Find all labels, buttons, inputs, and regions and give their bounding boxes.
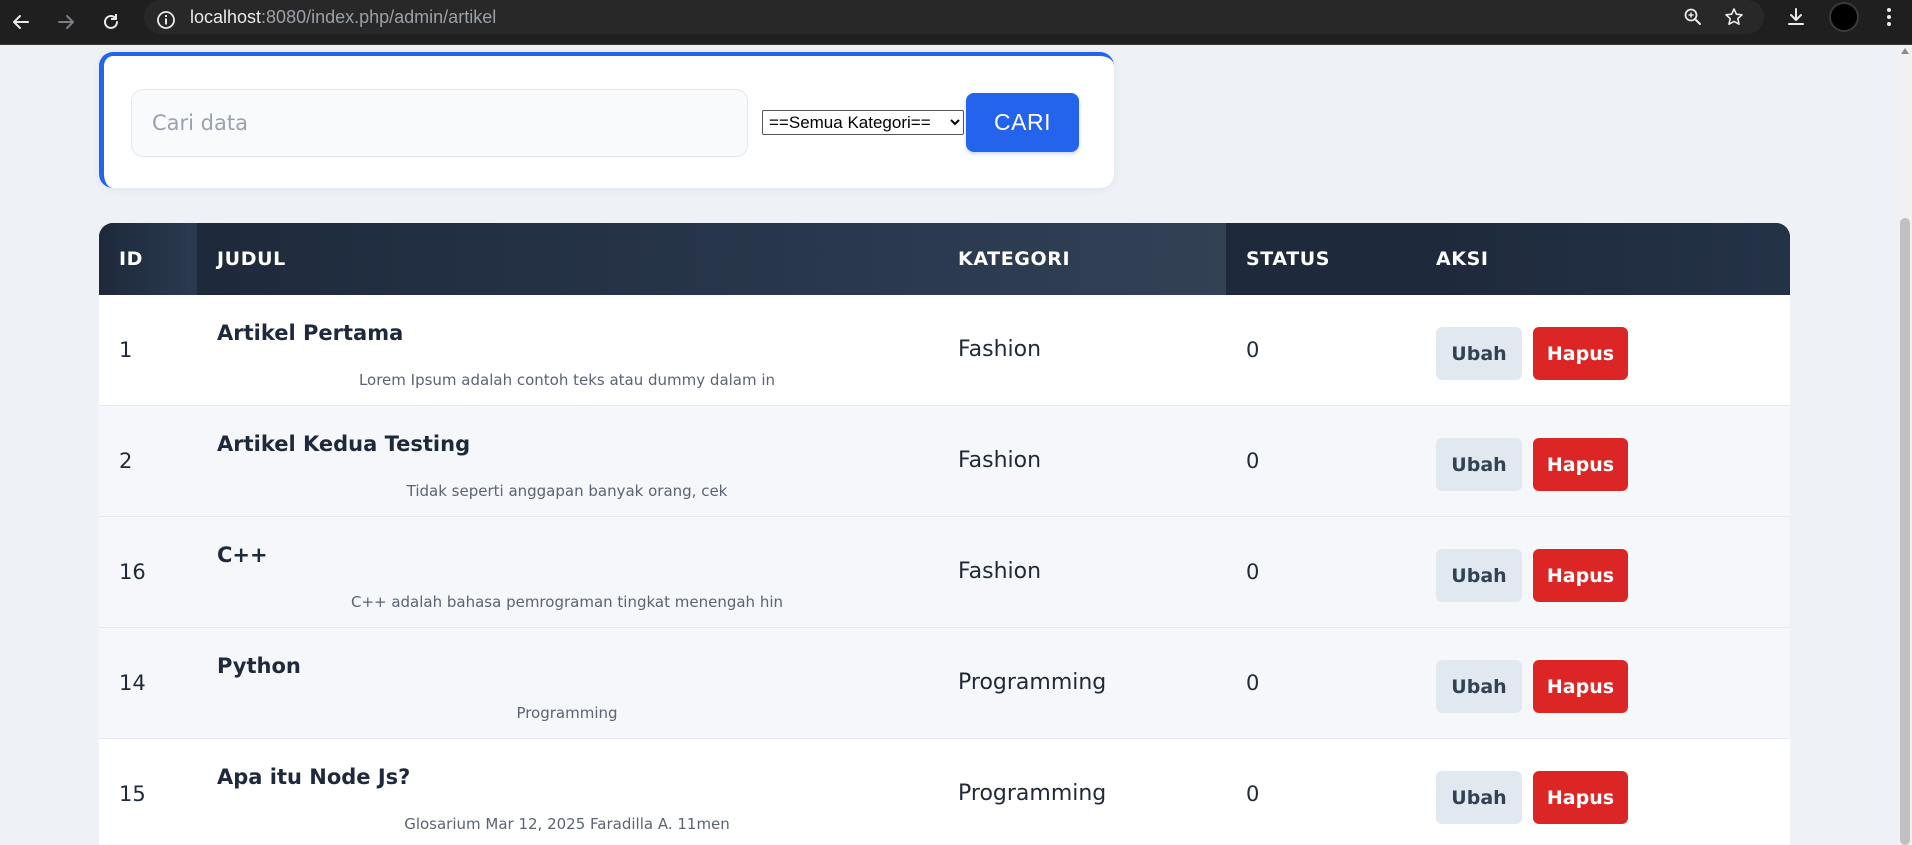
cell-status: 0: [1246, 449, 1260, 473]
edit-button[interactable]: Ubah: [1436, 327, 1522, 380]
category-select[interactable]: ==Semua Kategori==: [762, 110, 964, 135]
site-info-icon[interactable]: [152, 6, 180, 34]
scrollbar-thumb[interactable]: [1900, 218, 1910, 845]
cell-kategori: Fashion: [958, 448, 1042, 473]
back-arrow-icon[interactable]: [5, 6, 37, 38]
edit-button[interactable]: Ubah: [1436, 438, 1522, 491]
search-input[interactable]: [131, 89, 748, 157]
scroll-up-arrow-icon[interactable]: [1901, 48, 1909, 54]
cell-kategori: Fashion: [958, 337, 1042, 362]
article-title: Apa itu Node Js?: [217, 765, 411, 789]
column-header-judul: JUDUL: [197, 223, 938, 295]
edit-button[interactable]: Ubah: [1436, 771, 1522, 824]
cell-kategori: Fashion: [958, 559, 1042, 584]
url-path: :8080/index.php/admin/artikel: [261, 7, 497, 27]
article-excerpt: Programming: [516, 704, 618, 722]
article-excerpt: Lorem Ipsum adalah contoh teks atau dumm…: [358, 371, 776, 389]
delete-button[interactable]: Hapus: [1533, 771, 1628, 824]
column-header-status: STATUS: [1226, 223, 1416, 295]
zoom-icon[interactable]: [1678, 2, 1708, 32]
table-row: 16 C++ C++ adalah bahasa pemrograman tin…: [99, 517, 1790, 628]
article-title: Python: [217, 654, 301, 678]
article-title: C++: [217, 543, 268, 567]
kebab-menu-icon[interactable]: [1874, 2, 1904, 32]
cell-id: 15: [119, 782, 146, 806]
bookmark-star-icon[interactable]: [1719, 2, 1749, 32]
browser-toolbar: localhost:8080/index.php/admin/artikel: [0, 0, 1912, 45]
cell-id: 14: [119, 671, 146, 695]
article-excerpt: C++ adalah bahasa pemrograman tingkat me…: [350, 593, 784, 611]
reload-icon[interactable]: [95, 6, 127, 38]
cell-status: 0: [1246, 782, 1260, 806]
delete-button[interactable]: Hapus: [1533, 660, 1628, 713]
delete-button[interactable]: Hapus: [1533, 327, 1628, 380]
edit-button[interactable]: Ubah: [1436, 549, 1522, 602]
cell-status: 0: [1246, 338, 1260, 362]
url-host: localhost: [190, 7, 262, 27]
table-row: 14 Python Programming Programming 0 Ubah…: [99, 628, 1790, 739]
table-row: 2 Artikel Kedua Testing Tidak seperti an…: [99, 406, 1790, 517]
cell-id: 2: [119, 449, 133, 473]
table-row: 15 Apa itu Node Js? Glosarium Mar 12, 20…: [99, 739, 1790, 845]
url-text[interactable]: localhost:8080/index.php/admin/artikel: [190, 6, 496, 28]
column-header-aksi: AKSI: [1416, 223, 1790, 295]
article-title: Artikel Kedua Testing: [217, 432, 471, 456]
forward-arrow-icon[interactable]: [50, 6, 82, 38]
cell-kategori: Programming: [958, 670, 1107, 695]
cell-status: 0: [1246, 560, 1260, 584]
column-header-id: ID: [99, 223, 197, 295]
delete-button[interactable]: Hapus: [1533, 438, 1628, 491]
articles-table: ID JUDUL KATEGORI STATUS AKSI 1 Artikel …: [99, 223, 1790, 845]
cell-id: 1: [119, 338, 133, 362]
article-excerpt: Glosarium Mar 12, 2025 Faradilla A. 11me…: [404, 815, 730, 833]
table-row: 1 Artikel Pertama Lorem Ipsum adalah con…: [99, 295, 1790, 406]
search-button[interactable]: CARI: [966, 93, 1079, 152]
cell-kategori: Programming: [958, 781, 1107, 806]
download-icon[interactable]: [1781, 2, 1811, 32]
cell-status: 0: [1246, 671, 1260, 695]
delete-button[interactable]: Hapus: [1533, 549, 1628, 602]
article-excerpt: Tidak seperti anggapan banyak orang, cek: [406, 482, 728, 500]
table-header: ID JUDUL KATEGORI STATUS AKSI: [99, 223, 1790, 295]
article-title: Artikel Pertama: [217, 321, 404, 345]
edit-button[interactable]: Ubah: [1436, 660, 1522, 713]
column-header-kategori: KATEGORI: [938, 223, 1226, 295]
cell-id: 16: [119, 560, 146, 584]
profile-avatar[interactable]: [1829, 2, 1859, 32]
